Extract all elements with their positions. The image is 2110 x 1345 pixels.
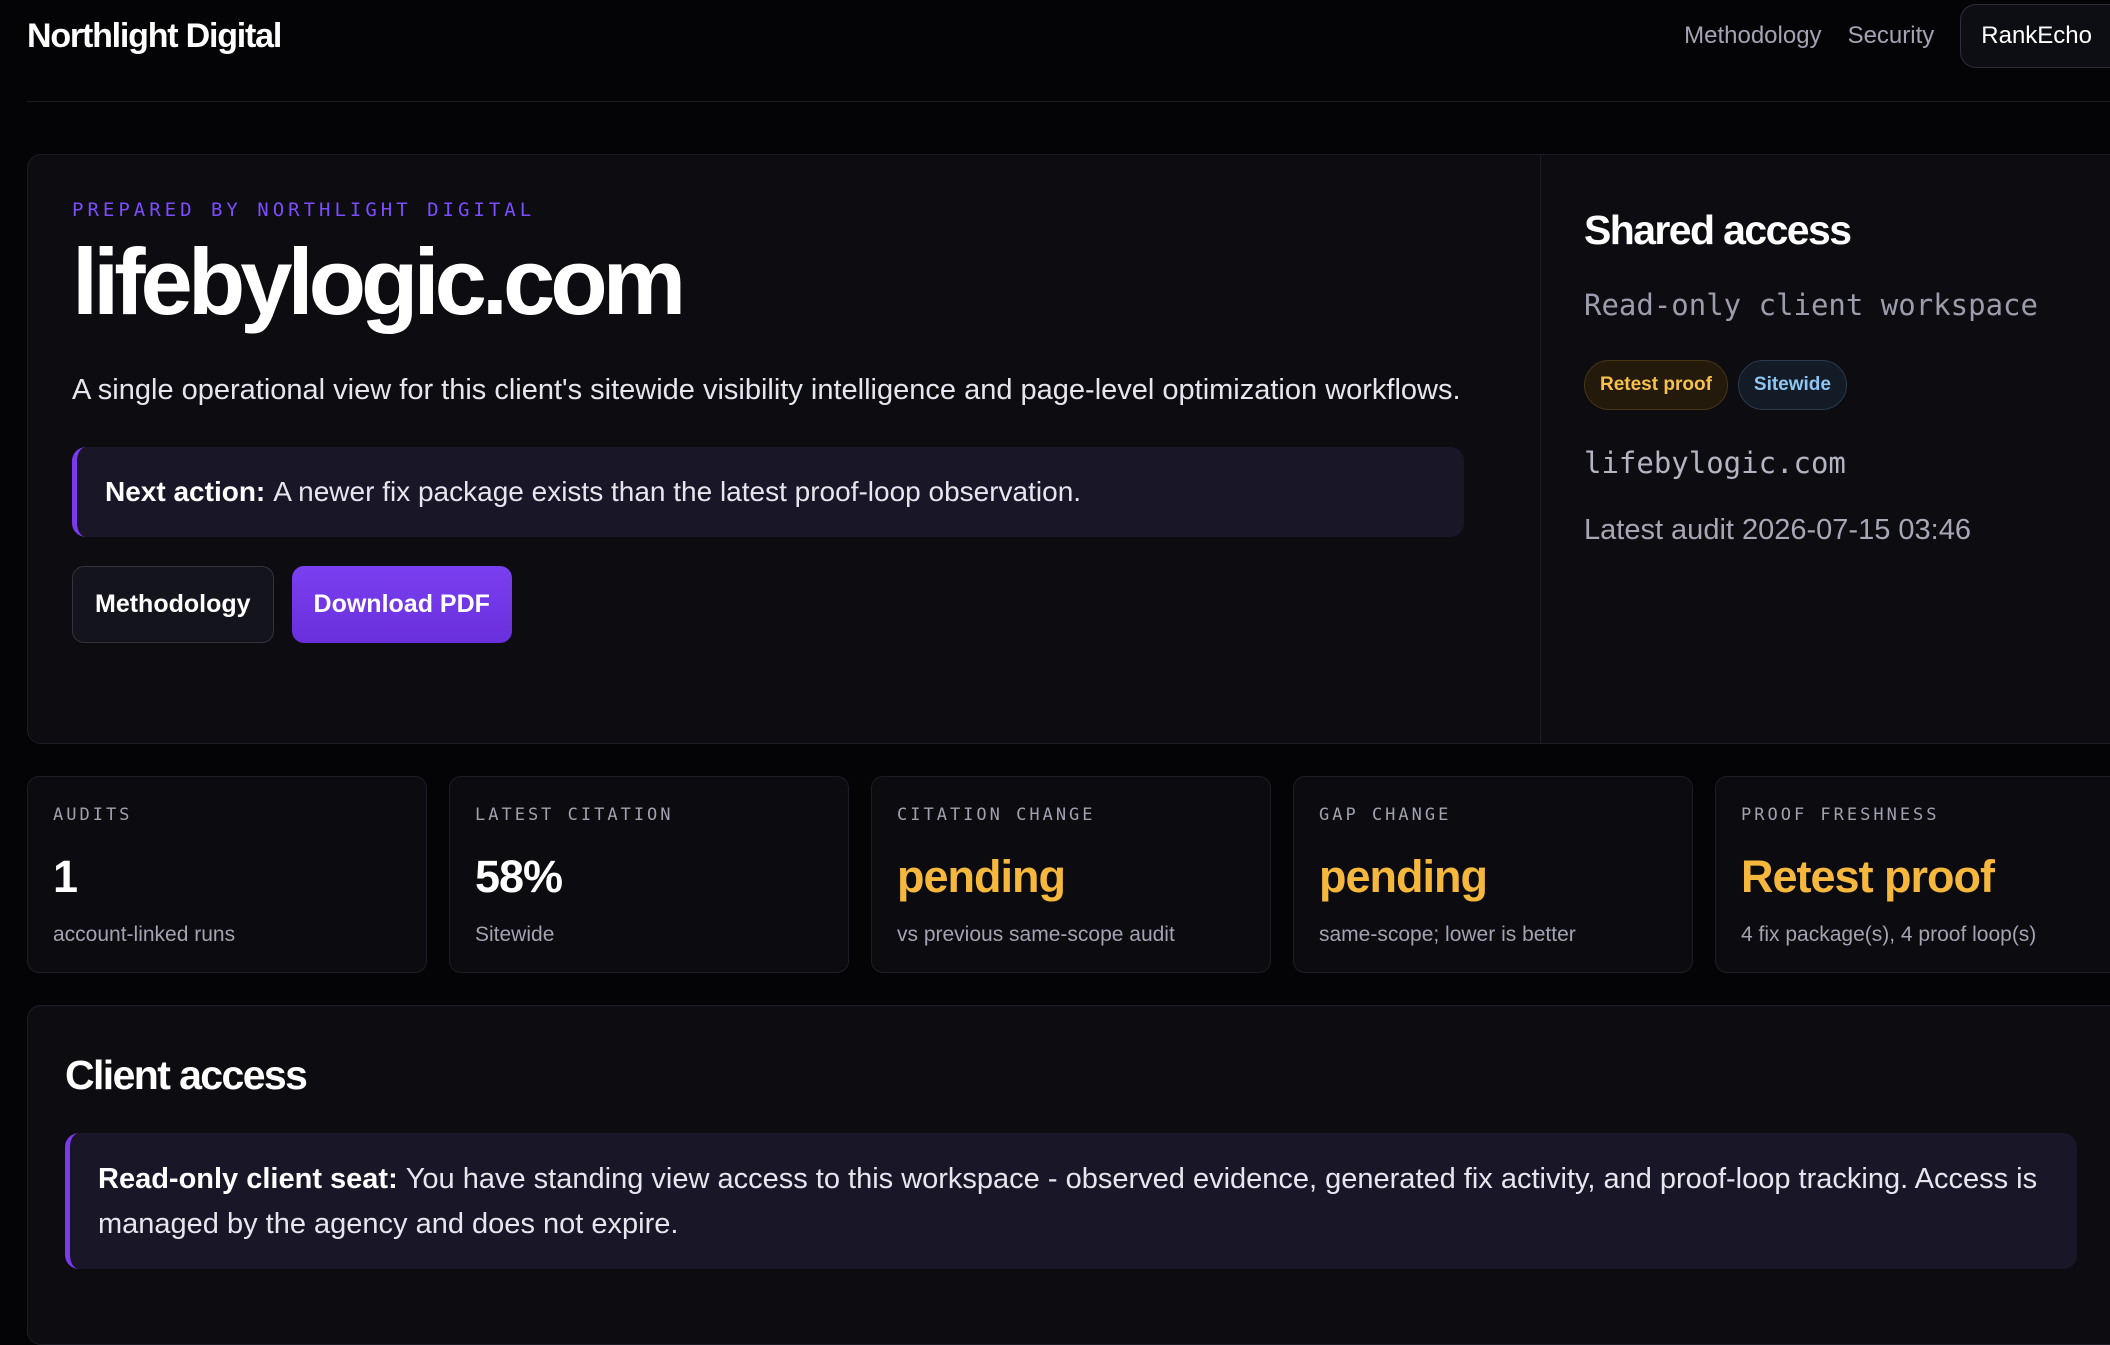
retest-proof-badge: Retest proof <box>1584 360 1728 410</box>
stat-card-proof-freshness: PROOF FRESHNESS Retest proof 4 fix packa… <box>1715 776 2110 973</box>
hero-actions: Methodology Download PDF <box>72 566 1496 643</box>
hero-card: PREPARED BY NORTHLIGHT DIGITAL lifebylog… <box>27 154 2110 744</box>
stat-card-audits: AUDITS 1 account-linked runs <box>27 776 427 973</box>
prepared-by-eyebrow: PREPARED BY NORTHLIGHT DIGITAL <box>72 199 536 221</box>
shared-access-title: Shared access <box>1584 207 1852 253</box>
stat-label: LATEST CITATION <box>475 805 674 825</box>
sitewide-badge: Sitewide <box>1737 360 1847 410</box>
stat-card-citation-change: CITATION CHANGE pending vs previous same… <box>871 776 1271 973</box>
read-only-seat-label: Read-only client seat: <box>98 1163 398 1195</box>
next-action-text: A newer fix package exists than the late… <box>273 476 1082 507</box>
workspace-subtitle: Read-only client workspace <box>1584 288 2038 322</box>
stat-card-gap-change: GAP CHANGE pending same-scope; lower is … <box>1293 776 1693 973</box>
nav-link-methodology[interactable]: Methodology <box>1684 22 1821 50</box>
stat-value: 1 <box>53 851 78 902</box>
stat-label: GAP CHANGE <box>1319 805 1452 825</box>
top-nav: Methodology Security RankEcho <box>1684 4 2110 68</box>
stat-subtext: Sitewide <box>475 923 555 946</box>
next-action-label: Next action: <box>105 476 266 507</box>
stat-label: PROOF FRESHNESS <box>1741 805 1940 825</box>
download-pdf-button[interactable]: Download PDF <box>291 566 512 643</box>
stat-label: AUDITS <box>53 805 133 825</box>
stat-subtext: 4 fix package(s), 4 proof loop(s) <box>1741 923 2037 946</box>
stat-subtext: vs previous same-scope audit <box>897 923 1175 946</box>
stat-value: pending <box>1319 851 1488 902</box>
brand-logo[interactable]: Northlight Digital <box>27 17 282 56</box>
client-access-title: Client access <box>65 1052 308 1098</box>
stat-card-latest-citation: LATEST CITATION 58% Sitewide <box>449 776 849 973</box>
shared-access-panel: Shared access Read-only client workspace… <box>1540 155 2110 743</box>
hero-description: A single operational view for this clien… <box>72 374 1461 406</box>
stat-value: 58% <box>475 851 563 902</box>
stat-subtext: account-linked runs <box>53 923 236 946</box>
read-only-seat-callout: Read-only client seat: You have standing … <box>65 1133 2077 1269</box>
next-action-callout: Next action: A newer fix package exists … <box>72 447 1464 537</box>
stat-value: pending <box>897 851 1066 902</box>
top-bar: Northlight Digital Methodology Security … <box>27 0 2110 102</box>
stat-label: CITATION CHANGE <box>897 805 1096 825</box>
latest-audit-timestamp: Latest audit 2026-07-15 03:46 <box>1584 514 1971 546</box>
nav-link-security[interactable]: Security <box>1848 22 1935 50</box>
status-badges: Retest proof Sitewide <box>1584 360 2110 410</box>
page-title: lifebylogic.com <box>72 229 686 334</box>
workspace-domain: lifebylogic.com <box>1584 446 1846 480</box>
hero-main: PREPARED BY NORTHLIGHT DIGITAL lifebylog… <box>28 155 1540 743</box>
methodology-button[interactable]: Methodology <box>72 566 274 643</box>
stats-row: AUDITS 1 account-linked runs LATEST CITA… <box>27 776 2110 973</box>
client-access-card: Client access Read-only client seat: You … <box>27 1005 2110 1345</box>
stat-value: Retest proof <box>1741 851 1995 902</box>
nav-button-rankecho[interactable]: RankEcho <box>1960 4 2110 68</box>
stat-subtext: same-scope; lower is better <box>1319 923 1576 946</box>
